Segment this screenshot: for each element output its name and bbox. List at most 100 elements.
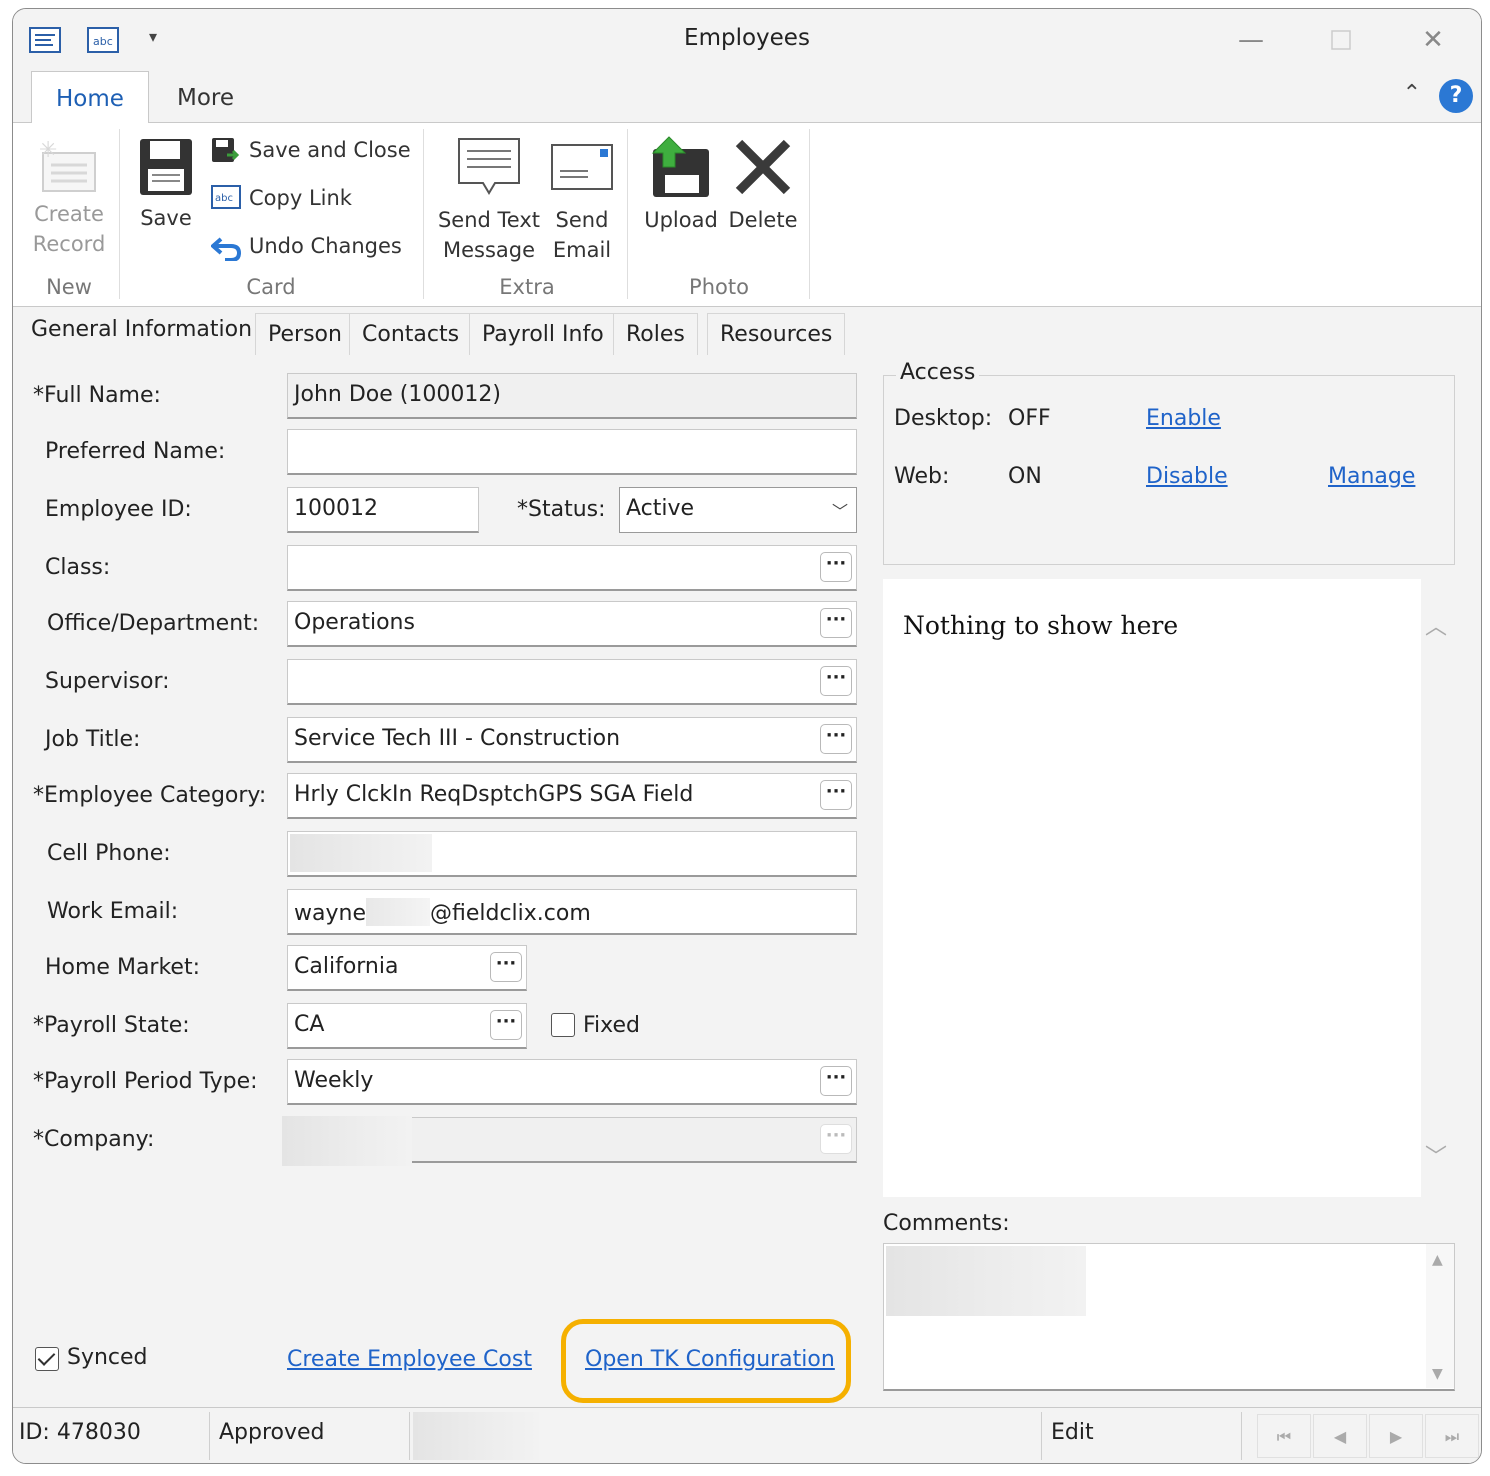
tab-person[interactable]: Person [255, 313, 355, 355]
maximize-button[interactable] [1321, 23, 1361, 57]
disable-web-link[interactable]: Disable [1146, 464, 1228, 489]
ribbon-tab-home[interactable]: Home [31, 71, 149, 124]
employee-category-lookup-button[interactable]: ··· [820, 780, 852, 810]
job-title-label: Job Title: [45, 727, 141, 752]
delete-photo-button[interactable]: Delete [725, 135, 801, 235]
ribbon-separator [423, 129, 424, 299]
job-title-field[interactable]: Service Tech III - Construction ··· [287, 717, 857, 763]
comments-textarea[interactable]: ▲ ▼ [883, 1243, 1455, 1391]
create-employee-cost-link[interactable]: Create Employee Cost [287, 1347, 532, 1372]
scroll-down-icon[interactable]: ﹀ [1425, 1139, 1447, 1171]
preferred-name-label: Preferred Name: [45, 439, 226, 464]
undo-changes-label: Undo Changes [249, 234, 402, 258]
copy-link-button[interactable]: abc Copy Link [211, 181, 352, 215]
upload-photo-button[interactable]: Upload [639, 135, 723, 235]
send-email-button[interactable]: Send Email [547, 135, 617, 265]
fixed-label: Fixed [583, 1013, 641, 1038]
undo-icon [211, 237, 241, 261]
tab-general-information[interactable]: General Information [19, 309, 265, 351]
office-department-lookup-button[interactable]: ··· [820, 608, 852, 638]
tab-resources[interactable]: Resources [707, 313, 846, 355]
title-bar: abc ▾ Employees — ✕ [13, 9, 1481, 71]
manage-web-link[interactable]: Manage [1328, 464, 1415, 489]
undo-changes-button[interactable]: Undo Changes [211, 229, 402, 263]
comments-label: Comments: [883, 1211, 1010, 1236]
comments-scrollbar[interactable]: ▲ ▼ [1426, 1244, 1454, 1388]
class-lookup-button[interactable]: ··· [820, 552, 852, 582]
company-field[interactable]: ··· [282, 1116, 857, 1166]
preferred-name-field[interactable] [287, 429, 857, 475]
synced-label: Synced [67, 1345, 148, 1370]
minimize-button[interactable]: — [1231, 23, 1271, 57]
ribbon-tab-more[interactable]: More [153, 71, 258, 124]
enable-desktop-link[interactable]: Enable [1146, 406, 1221, 431]
copy-link-label: Copy Link [249, 186, 352, 210]
payroll-period-type-label: *Payroll Period Type: [33, 1069, 258, 1094]
payroll-period-type-field[interactable]: Weekly ··· [287, 1059, 857, 1105]
save-label: Save [140, 206, 192, 230]
class-field[interactable]: ··· [287, 545, 857, 591]
record-id: ID: 478030 [19, 1420, 141, 1445]
group-label-extra: Extra [499, 275, 555, 299]
scroll-up-icon[interactable]: ▲ [1432, 1252, 1443, 1268]
status-separator [409, 1412, 410, 1460]
tab-payroll-info[interactable]: Payroll Info [469, 313, 617, 355]
office-department-field[interactable]: Operations ··· [287, 601, 857, 647]
group-label-new: New [46, 275, 92, 299]
send-text-message-label: Send Text Message [437, 208, 541, 262]
full-name-field[interactable]: John Doe (100012) [287, 373, 857, 419]
desktop-label: Desktop: [894, 406, 993, 431]
ribbon-separator [119, 129, 120, 299]
status-dropdown[interactable]: Active ﹀ [619, 487, 857, 533]
first-record-icon[interactable]: ⏮ [1257, 1414, 1311, 1458]
home-market-lookup-button[interactable]: ··· [490, 952, 522, 982]
scroll-up-icon[interactable]: ︿ [1425, 609, 1447, 641]
text-message-icon [458, 138, 520, 195]
scroll-down-icon[interactable]: ▼ [1432, 1366, 1443, 1382]
home-market-value: California [294, 954, 399, 979]
office-department-label: Office/Department: [47, 611, 260, 636]
full-name-value: John Doe (100012) [294, 382, 501, 407]
access-title: Access [896, 360, 980, 385]
save-and-close-label: Save and Close [249, 138, 411, 162]
tab-roles[interactable]: Roles [613, 313, 698, 355]
previous-record-icon[interactable]: ◀ [1313, 1414, 1367, 1458]
create-record-button[interactable]: ✳ Create Record [27, 139, 111, 259]
next-record-icon[interactable]: ▶ [1369, 1414, 1423, 1458]
company-lookup-button[interactable]: ··· [820, 1124, 852, 1154]
web-state: ON [1008, 464, 1042, 489]
help-icon[interactable]: ? [1439, 79, 1473, 113]
last-record-icon[interactable]: ⏭ [1425, 1414, 1479, 1458]
save-icon [140, 139, 192, 195]
collapse-ribbon-icon[interactable]: ⌃ [1403, 81, 1421, 106]
work-email-value-end: @fieldclix.com [429, 901, 591, 926]
employee-category-field[interactable]: Hrly ClckIn ReqDsptchGPS SGA Field ··· [287, 773, 857, 819]
supervisor-lookup-button[interactable]: ··· [820, 666, 852, 696]
home-market-field[interactable]: California ··· [287, 945, 527, 991]
send-text-message-button[interactable]: Send Text Message [437, 135, 541, 265]
synced-checkbox[interactable] [35, 1347, 59, 1371]
employees-window: abc ▾ Employees — ✕ Home More ⌃ ? ✳ Crea… [12, 8, 1482, 1464]
employee-id-field[interactable]: 100012 [287, 487, 479, 533]
work-email-label: Work Email: [47, 899, 179, 924]
close-button[interactable]: ✕ [1413, 23, 1453, 57]
tab-contacts[interactable]: Contacts [349, 313, 473, 355]
payroll-state-lookup-button[interactable]: ··· [490, 1010, 522, 1040]
svg-text:✳: ✳ [39, 139, 57, 163]
chevron-down-icon: ﹀ [831, 502, 848, 521]
supervisor-field[interactable]: ··· [287, 659, 857, 705]
empty-message: Nothing to show here [903, 611, 1179, 640]
work-email-field[interactable]: wayne @fieldclix.com [287, 889, 857, 935]
save-and-close-button[interactable]: Save and Close [211, 133, 411, 167]
fixed-checkbox[interactable] [551, 1013, 575, 1037]
supervisor-label: Supervisor: [45, 669, 170, 694]
payroll-period-type-lookup-button[interactable]: ··· [820, 1066, 852, 1096]
record-status: Approved [219, 1420, 325, 1445]
home-market-label: Home Market: [45, 955, 200, 980]
payroll-state-field[interactable]: CA ··· [287, 1003, 527, 1049]
save-button[interactable]: Save [131, 135, 201, 233]
redacted-email-part [365, 898, 430, 926]
job-title-lookup-button[interactable]: ··· [820, 724, 852, 754]
edit-mode: Edit [1051, 1420, 1094, 1445]
cell-phone-field[interactable] [287, 831, 857, 877]
